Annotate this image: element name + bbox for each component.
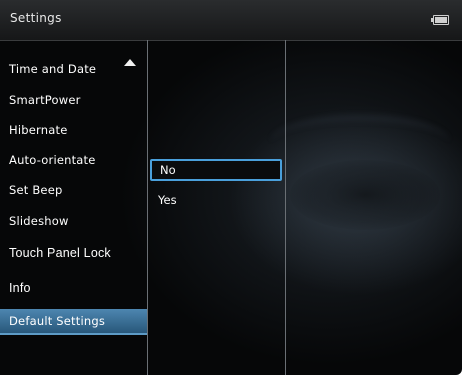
option-no[interactable]: No [150,159,282,181]
column-divider-right [285,40,286,375]
settings-panel: Settings Time and Date SmartPower Hibern… [0,0,462,375]
menu-item-default-settings[interactable]: Default Settings [0,309,147,335]
menu-item-info[interactable]: Info [0,276,147,300]
menu-item-touch-panel-lock[interactable]: Touch Panel Lock [0,241,147,265]
menu-item-smartpower[interactable]: SmartPower [0,88,147,112]
menu-item-time-and-date[interactable]: Time and Date [0,57,147,81]
menu-item-slideshow[interactable]: Slideshow [0,209,147,233]
menu-item-set-beep[interactable]: Set Beep [0,178,147,202]
title-bar: Settings [0,0,462,41]
settings-screen: Settings Time and Date SmartPower Hibern… [0,0,466,375]
option-yes[interactable]: Yes [150,189,282,211]
background-photo [290,160,440,230]
column-divider-left [147,40,148,375]
menu-item-auto-orientate[interactable]: Auto-orientate [0,148,147,172]
page-title: Settings [10,11,62,25]
battery-icon [431,15,449,25]
menu-item-hibernate[interactable]: Hibernate [0,118,147,142]
